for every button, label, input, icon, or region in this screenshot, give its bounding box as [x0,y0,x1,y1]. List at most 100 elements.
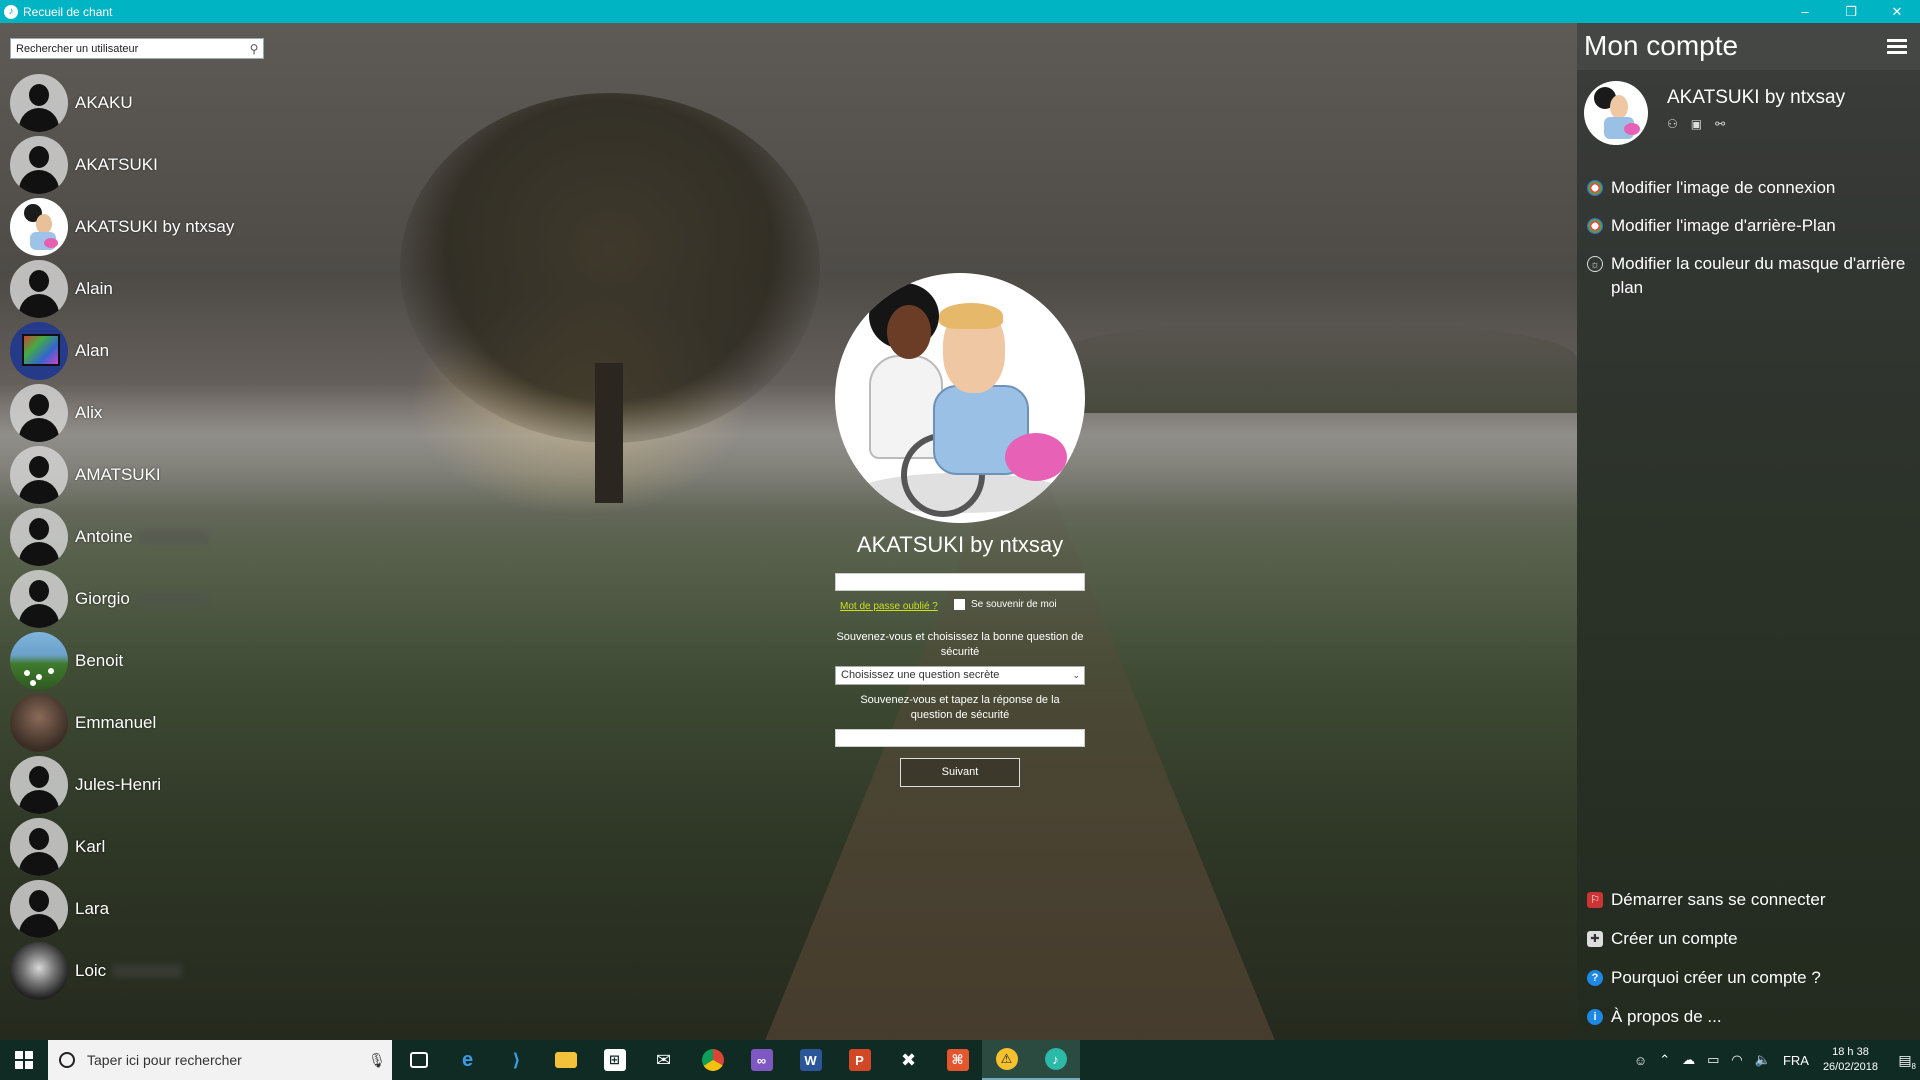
user-item[interactable]: Emmanuel [10,692,310,754]
cortana-icon [59,1052,75,1068]
windows-logo-icon [15,1051,33,1069]
user-item[interactable]: Giorgio [10,568,310,630]
wifi-icon[interactable]: ◠ [1731,1052,1742,1068]
create-account-item[interactable]: ✚ Créer un compte [1587,927,1907,951]
user-item[interactable]: Alix [10,382,310,444]
user-name: Alan [75,341,110,360]
taskbar-search[interactable]: Taper ici pour rechercher 🎙 [48,1040,392,1080]
change-mask-color-item[interactable]: ☼ Modifier la couleur du masque d'arrièr… [1587,252,1907,300]
user-item[interactable]: Loic [10,940,310,1002]
visual-studio-icon[interactable]: ∞ [737,1040,786,1080]
user-name: Loic [75,961,107,980]
hamburger-menu-icon[interactable] [1887,39,1907,55]
user-name: AMATSUKI [75,465,161,484]
blurred-surname [135,592,206,606]
xmind-icon[interactable]: ✖ [884,1040,933,1080]
chrome-icon[interactable] [688,1040,737,1080]
app-launcher-icon[interactable]: ⚠ [982,1040,1031,1080]
default-avatar [10,136,68,194]
chevron-down-icon: ⌄ [1072,670,1080,680]
mail-icon[interactable]: ✉ [639,1040,688,1080]
blurred-surname [138,530,209,544]
next-button[interactable]: Suivant [900,758,1020,787]
remember-me-checkbox[interactable] [954,599,965,610]
user-item[interactable]: Lara [10,878,310,940]
why-create-account-item[interactable]: ? Pourquoi créer un compte ? [1587,966,1907,990]
start-button[interactable] [0,1040,48,1080]
user-item[interactable]: AKAKU [10,72,310,134]
user-search-icon[interactable]: ⚲ [245,42,263,56]
file-explorer-icon[interactable] [541,1040,590,1080]
change-background-image-item[interactable]: Modifier l'image d'arrière-Plan [1587,214,1907,238]
user-search-box[interactable]: ⚲ [10,38,264,59]
palette-icon: ☼ [1587,256,1603,272]
user-swap-icon[interactable]: ⚯ [1715,117,1725,131]
taskbar: Taper ici pour rechercher 🎙 e ⟩ ⊞ ✉ ∞ W … [0,1040,1920,1080]
user-edit-icon[interactable]: ⚇ [1667,117,1678,131]
edge-icon[interactable]: e [443,1040,492,1080]
restore-button[interactable]: ❐ [1828,0,1874,23]
clock-date: 26/02/2018 [1822,1061,1878,1073]
info-icon: i [1587,1009,1603,1025]
microphone-icon[interactable]: 🎙 [362,1052,392,1069]
user-item[interactable]: AMATSUKI [10,444,310,506]
default-avatar [10,446,68,504]
forgot-password-link[interactable]: Mot de passe oublié ? [840,601,938,612]
account-username: AKATSUKI by ntxsay [1667,87,1846,108]
user-name: Alain [75,279,113,298]
flower-icon [1587,180,1603,196]
people-icon[interactable]: ☺ [1634,1053,1647,1068]
account-user: AKATSUKI by ntxsay ⚇ ▣ ⚯ [1584,81,1904,151]
security-answer-input[interactable] [835,729,1085,747]
user-item[interactable]: AKATSUKI by ntxsay [10,196,310,258]
flower-avatar [10,632,68,690]
vscode-icon[interactable]: ⟩ [492,1040,541,1080]
onedrive-icon[interactable]: ☁ [1682,1052,1695,1068]
close-button[interactable]: ✕ [1874,0,1920,23]
default-avatar [10,508,68,566]
security-answer-label: Souvenez-vous et tapez la réponse de la … [860,694,1060,721]
user-item[interactable]: Benoit [10,630,310,692]
task-view-icon[interactable] [394,1040,443,1080]
battery-icon[interactable]: ▭ [1707,1052,1719,1068]
user-item[interactable]: Alain [10,258,310,320]
user-name: Karl [75,837,106,856]
chevron-up-icon[interactable]: ⌃ [1659,1052,1670,1068]
store-icon[interactable]: ⊞ [590,1040,639,1080]
user-search-input[interactable] [14,41,245,56]
language-indicator[interactable]: FRA [1783,1053,1809,1068]
menu-label: Créer un compte [1611,929,1738,948]
menu-label: Démarrer sans se connecter [1611,890,1826,909]
pdf-icon[interactable]: ⌘ [933,1040,982,1080]
change-login-image-item[interactable]: Modifier l'image de connexion [1587,176,1907,200]
user-item[interactable]: Karl [10,816,310,878]
image-icon[interactable]: ▣ [1691,117,1702,131]
security-question-label: Souvenez-vous et choisissez la bonne que… [836,631,1084,658]
password-input[interactable] [835,573,1085,591]
about-item[interactable]: i À propos de ... [1587,1005,1907,1029]
account-panel-header: Mon compte [1577,23,1920,70]
flower-icon [1587,218,1603,234]
photo-avatar [10,942,68,1000]
user-item[interactable]: Antoine [10,506,310,568]
notification-center-icon[interactable]: ▤ 8 [1890,1040,1920,1080]
user-name: Jules-Henri [75,775,161,794]
volume-icon[interactable]: 🔈 [1755,1052,1771,1068]
account-bottom-menu: ⚐ Démarrer sans se connecter ✚ Créer un … [1587,888,1907,1044]
blurred-surname [112,964,183,978]
user-item[interactable]: AKATSUKI [10,134,310,196]
word-icon[interactable]: W [786,1040,835,1080]
remember-me[interactable]: Se souvenir de moi [954,599,1057,610]
powerpoint-icon[interactable]: P [835,1040,884,1080]
clock[interactable]: 18 h 38 26/02/2018 [1823,1045,1878,1075]
minimize-button[interactable]: – [1782,0,1828,23]
music-app-icon[interactable]: ♪ [1031,1040,1080,1080]
user-name: AKAKU [75,93,133,112]
user-name: Antoine [75,527,133,546]
user-item[interactable]: Jules-Henri [10,754,310,816]
login-username: AKATSUKI by ntxsay [856,532,1064,557]
default-avatar [10,818,68,876]
user-item[interactable]: Alan [10,320,310,382]
security-question-select[interactable]: Choisissez une question secrète ⌄ [835,666,1085,685]
start-without-login-item[interactable]: ⚐ Démarrer sans se connecter [1587,888,1907,912]
